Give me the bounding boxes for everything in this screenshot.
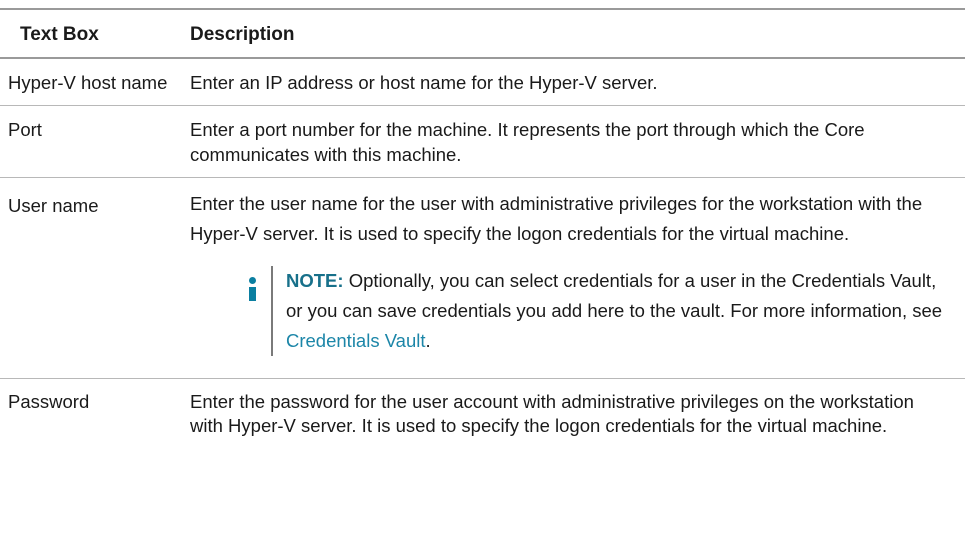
field-name-password: Password <box>8 391 90 412</box>
table-row: Password Enter the password for the user… <box>0 379 965 439</box>
header-text-box: Text Box <box>20 24 99 45</box>
info-icon <box>245 266 271 356</box>
field-name-hyper-v-host: Hyper-V host name <box>8 72 168 93</box>
field-description-hyper-v-host: Enter an IP address or host name for the… <box>190 72 658 93</box>
table-row: Port Enter a port number for the machine… <box>0 106 965 178</box>
note-text: Optionally, you can select credentials f… <box>286 270 943 321</box>
note-end: . <box>425 330 431 351</box>
field-description-user-name-cell: Enter the user name for the user with ad… <box>177 178 965 379</box>
field-description-password: Enter the password for the user account … <box>190 391 914 436</box>
table-row: User name Enter the user name for the us… <box>0 178 965 379</box>
field-name-port: Port <box>8 119 42 140</box>
credentials-vault-link[interactable]: Credentials Vault <box>286 330 426 351</box>
table-row: Hyper-V host name Enter an IP address or… <box>0 58 965 106</box>
note-label: NOTE: <box>286 270 344 291</box>
header-description: Description <box>190 24 295 45</box>
field-description-user-name: Enter the user name for the user with ad… <box>190 193 923 244</box>
note-body: NOTE: Optionally, you can select credent… <box>271 266 945 356</box>
table-header-row: Text Box Description <box>0 9 965 58</box>
field-name-user-name: User name <box>8 195 99 216</box>
field-description-port: Enter a port number for the machine. It … <box>190 119 865 165</box>
note-callout: NOTE: Optionally, you can select credent… <box>245 266 945 356</box>
fields-table: Text Box Description Hyper-V host name E… <box>0 8 965 438</box>
